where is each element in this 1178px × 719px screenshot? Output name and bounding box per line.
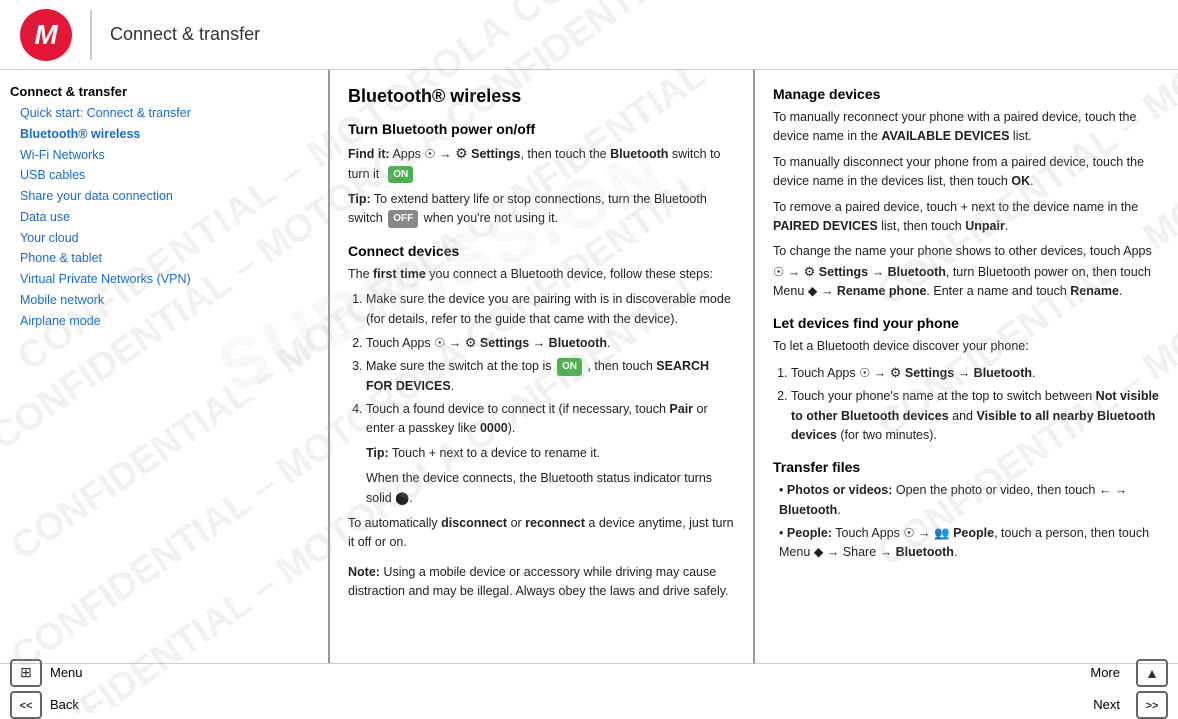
step-2: Touch Apps ☉ → ⚙ Settings → Bluetooth. [366, 333, 735, 353]
findit-text: Find it: Apps ☉ → ⚙ Settings, then touch… [348, 143, 735, 184]
sidebar-item-share-data[interactable]: Share your data connection [10, 186, 318, 207]
bluetooth-section-title: Bluetooth® wireless [348, 86, 735, 107]
sidebar-item-bluetooth[interactable]: Bluetooth® wireless [10, 124, 318, 145]
sidebar-item-data-use[interactable]: Data use [10, 207, 318, 228]
next-arrow-icon [1146, 697, 1159, 712]
transfer-files-list: Photos or videos: Open the photo or vide… [779, 481, 1160, 563]
badge-on: ON [388, 166, 413, 184]
manage-reconnect: To manually reconnect your phone with a … [773, 108, 1160, 147]
main-layout: Connect & transfer Quick start: Connect … [0, 70, 1178, 663]
sidebar: Connect & transfer Quick start: Connect … [0, 70, 330, 663]
badge-off: OFF [388, 210, 418, 228]
more-button[interactable]: ▲ More [1090, 659, 1168, 687]
page-title: Connect & transfer [110, 24, 260, 45]
menu-button[interactable]: ⊞ Menu [10, 659, 83, 687]
step-3: Make sure the switch at the top is ON , … [366, 357, 735, 396]
menu-label: Menu [50, 665, 83, 680]
step-4: Touch a found device to connect it (if n… [366, 400, 735, 508]
connect-intro: The first time you connect a Bluetooth d… [348, 265, 735, 284]
sidebar-item-quickstart[interactable]: Quick start: Connect & transfer [10, 103, 318, 124]
back-button[interactable]: Back [10, 691, 79, 719]
logo-m-letter: M [34, 21, 57, 49]
header-divider [90, 10, 92, 60]
next-icon [1136, 691, 1168, 719]
header: M Connect & transfer [0, 0, 1178, 70]
connect-devices-title: Connect devices [348, 243, 735, 259]
more-label: More [1090, 665, 1120, 680]
let-devices-intro: To let a Bluetooth device discover your … [773, 337, 1160, 356]
let-step-2: Touch your phone's name at the top to sw… [791, 387, 1160, 445]
back-icon [10, 691, 42, 719]
let-step-1: Touch Apps ☉ → ⚙ Settings → Bluetooth. [791, 363, 1160, 383]
turn-bluetooth-title: Turn Bluetooth power on/off [348, 121, 735, 137]
sidebar-item-phone-tablet[interactable]: Phone & tablet [10, 248, 318, 269]
footer: ⊞ Menu Back ▲ More Next [0, 663, 1178, 713]
let-devices-steps: Touch Apps ☉ → ⚙ Settings → Bluetooth. T… [791, 363, 1160, 446]
transfer-people: People: Touch Apps ☉ → 👥 People, touch a… [779, 524, 1160, 563]
menu-icon: ⊞ [10, 659, 42, 687]
sidebar-item-your-cloud[interactable]: Your cloud [10, 228, 318, 249]
back-label: Back [50, 697, 79, 712]
back-arrow-icon [20, 697, 33, 712]
badge-on-step3: ON [557, 358, 582, 376]
note-driving: Note: Using a mobile device or accessory… [348, 563, 735, 602]
status-note: When the device connects, the Bluetooth … [366, 469, 735, 508]
footer-right: ▲ More Next [330, 659, 1178, 719]
tip-battery-text: Tip: To extend battery life or stop conn… [348, 190, 735, 229]
sidebar-item-airplane-mode[interactable]: Airplane mode [10, 311, 318, 332]
let-devices-find-title: Let devices find your phone [773, 315, 1160, 331]
manage-devices-title: Manage devices [773, 86, 1160, 102]
manage-remove: To remove a paired device, touch + next … [773, 198, 1160, 237]
transfer-files-title: Transfer files [773, 459, 1160, 475]
connect-steps: Make sure the device you are pairing wit… [366, 290, 735, 508]
sidebar-item-vpn[interactable]: Virtual Private Networks (VPN) [10, 269, 318, 290]
content-right: Manage devices To manually reconnect you… [755, 70, 1178, 663]
next-label: Next [1093, 697, 1120, 712]
content-area: Bluetooth® wireless Turn Bluetooth power… [330, 70, 1178, 663]
manage-disconnect: To manually disconnect your phone from a… [773, 153, 1160, 192]
sidebar-item-mobile-network[interactable]: Mobile network [10, 290, 318, 311]
auto-disconnect-text: To automatically disconnect or reconnect… [348, 514, 735, 553]
more-icon: ▲ [1136, 659, 1168, 687]
sidebar-item-wifi[interactable]: Wi-Fi Networks [10, 145, 318, 166]
content-main: Bluetooth® wireless Turn Bluetooth power… [330, 70, 755, 663]
motorola-logo: M [20, 9, 72, 61]
next-button[interactable]: Next [1093, 691, 1168, 719]
manage-rename: To change the name your phone shows to o… [773, 242, 1160, 301]
step-1: Make sure the device you are pairing wit… [366, 290, 735, 329]
sidebar-section-title: Connect & transfer [10, 84, 318, 99]
sidebar-item-usb[interactable]: USB cables [10, 165, 318, 186]
footer-left: ⊞ Menu Back [0, 659, 330, 719]
tip-rename: Tip: Touch + next to a device to rename … [366, 444, 735, 463]
transfer-photos: Photos or videos: Open the photo or vide… [779, 481, 1160, 520]
